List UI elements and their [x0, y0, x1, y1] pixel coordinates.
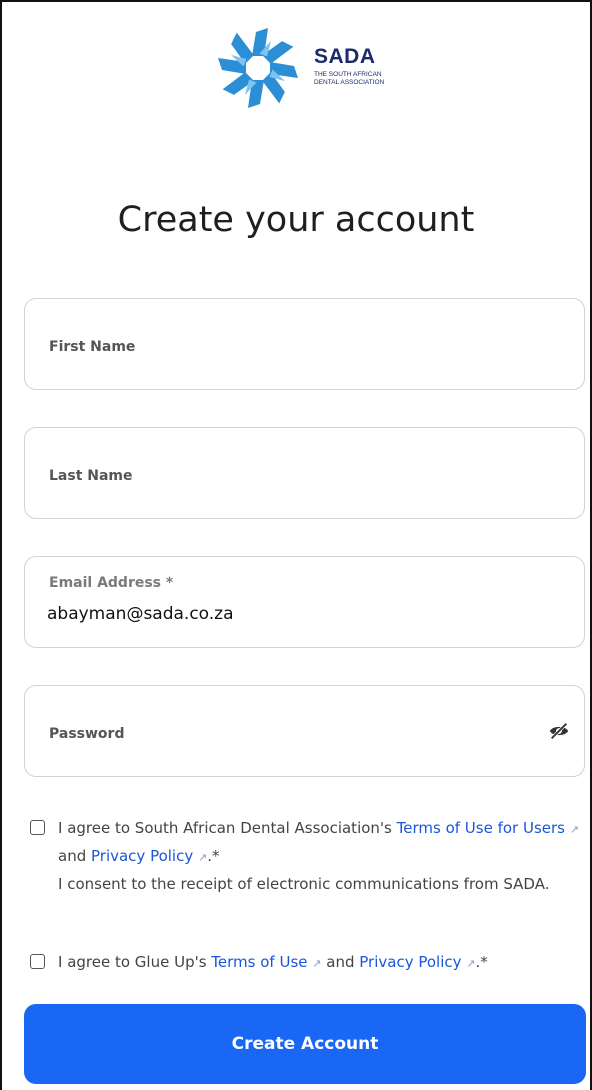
glueup-terms-of-use-link[interactable]: Terms of Use [211, 953, 307, 971]
external-link-icon: ↗ [466, 957, 476, 970]
email-label: Email Address * [49, 575, 174, 591]
brand-subtitle-line1: THE SOUTH AFRICAN [314, 71, 382, 78]
glueup-terms-suffix: .* [475, 953, 488, 971]
email-value: abayman@sada.co.za [47, 604, 234, 624]
external-link-icon: ↗ [312, 957, 322, 970]
sada-logo: SADA THE SOUTH AFRICAN DENTAL ASSOCIATIO… [206, 21, 403, 115]
brand-name: SADA [314, 45, 376, 68]
last-name-field[interactable]: Last Name [24, 427, 585, 519]
sada-terms-checkbox[interactable] [30, 820, 45, 835]
sada-terms-of-use-link[interactable]: Terms of Use for Users [397, 819, 565, 837]
first-name-label: First Name [49, 339, 136, 355]
password-label: Password [49, 726, 125, 742]
glueup-terms-prefix: I agree to Glue Up's [58, 953, 212, 971]
glueup-privacy-policy-link[interactable]: Privacy Policy [359, 953, 461, 971]
sada-terms-suffix: .* [207, 847, 220, 865]
sada-privacy-policy-link[interactable]: Privacy Policy [91, 847, 193, 865]
page-title: Create your account [117, 200, 475, 240]
email-field[interactable]: Email Address * abayman@sada.co.za [24, 556, 585, 648]
last-name-label: Last Name [49, 468, 133, 484]
create-account-button[interactable]: Create Account [24, 1004, 586, 1084]
brand-subtitle-line2: DENTAL ASSOCIATION [314, 79, 385, 86]
first-name-field[interactable]: First Name [24, 298, 585, 390]
external-link-icon: ↗ [569, 823, 579, 836]
glueup-terms-text: I agree to Glue Up's Terms of Use ↗ and … [58, 949, 588, 977]
password-field[interactable]: Password [24, 685, 585, 777]
glueup-terms-middle: and [321, 953, 360, 971]
electronic-communications-consent: I consent to the receipt of electronic c… [58, 875, 550, 893]
brand-subtitle: THE SOUTH AFRICAN DENTAL ASSOCIATION [314, 71, 404, 87]
eye-slash-icon[interactable] [548, 720, 570, 742]
external-link-icon: ↗ [198, 851, 208, 864]
sada-terms-prefix: I agree to South African Dental Associat… [58, 819, 397, 837]
glueup-terms-checkbox[interactable] [30, 954, 45, 969]
sada-terms-middle: and [58, 847, 91, 865]
sada-terms-text: I agree to South African Dental Associat… [58, 815, 588, 897]
sada-starburst-icon [218, 28, 298, 108]
page-frame [0, 0, 592, 1090]
